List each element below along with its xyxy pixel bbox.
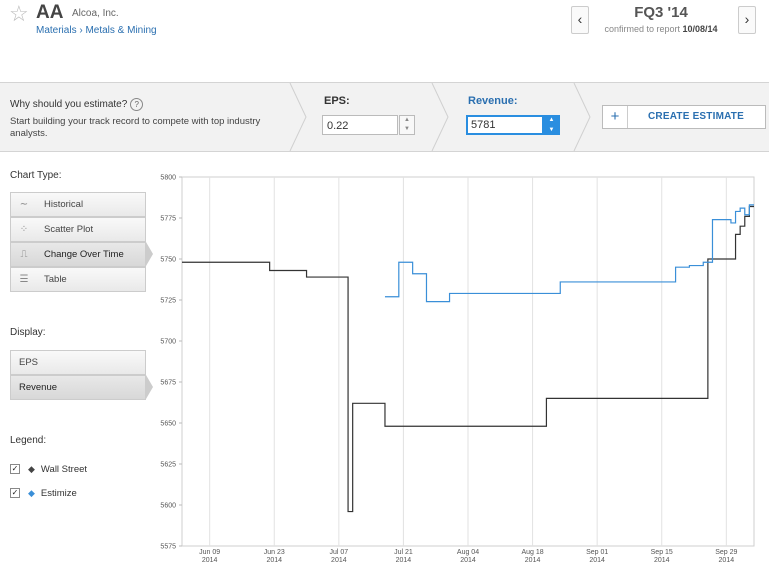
chart-type-label-text: Change Over Time <box>44 249 124 260</box>
chart-type-table[interactable]: ☰ Table <box>10 267 146 292</box>
legend-text: Estimize <box>40 488 77 499</box>
y-tick-label: 5600 <box>160 503 176 510</box>
chart-type-change-over-time[interactable]: ⎍ Change Over Time <box>10 242 146 267</box>
y-tick-label: 5700 <box>160 339 176 346</box>
legend-label: Legend: <box>10 435 47 446</box>
y-tick-label: 5750 <box>160 257 176 264</box>
chart-type-label-text: Scatter Plot <box>44 224 94 235</box>
why-estimate-label: Why should you estimate?? <box>10 98 144 111</box>
step-icon: ⎍ <box>20 249 28 260</box>
watchlist-star-icon[interactable]: ☆ <box>9 3 29 25</box>
x-tick-label: Jun 23 <box>264 549 285 556</box>
create-estimate-button[interactable]: + CREATE ESTIMATE <box>602 105 766 129</box>
x-tick-year: 2014 <box>266 557 282 564</box>
y-tick-label: 5650 <box>160 421 176 428</box>
table-icon: ☰ <box>19 274 29 285</box>
revenue-stepper[interactable]: ▲ ▼ <box>543 115 560 135</box>
section-divider-chevron <box>573 83 591 151</box>
display-label: Display: <box>10 327 46 338</box>
eps-stepper[interactable]: ▲ ▼ <box>399 115 415 135</box>
section-divider-chevron <box>289 83 307 151</box>
x-tick-label: Jul 07 <box>329 549 348 556</box>
display-revenue[interactable]: Revenue <box>10 375 146 400</box>
y-tick-label: 5625 <box>160 462 176 469</box>
why-estimate-description: Start building your track record to comp… <box>10 116 261 139</box>
plus-icon[interactable]: + <box>603 106 628 128</box>
confirmed-prefix: confirmed to report <box>604 24 680 34</box>
display-label-text: EPS <box>19 357 39 368</box>
estimize-checkbox[interactable]: ✓ <box>10 488 20 499</box>
company-name: Alcoa, Inc. <box>72 8 119 19</box>
display-eps[interactable]: EPS <box>10 350 146 375</box>
x-tick-year: 2014 <box>654 557 670 564</box>
legend-wall-street[interactable]: ✓ ◆ Wall Street <box>10 464 87 475</box>
x-tick-label: Aug 04 <box>457 549 479 556</box>
eps-label: EPS: <box>324 95 350 107</box>
y-tick-label: 5725 <box>160 298 176 305</box>
x-tick-year: 2014 <box>525 557 541 564</box>
x-tick-year: 2014 <box>589 557 605 564</box>
revenue-label: Revenue: <box>468 95 518 107</box>
display-label-text: Revenue <box>19 382 58 393</box>
legend-estimize[interactable]: ✓ ◆ Estimize <box>10 488 77 499</box>
report-confirmation: confirmed to report 10/08/14 <box>590 24 732 34</box>
revenue-up-arrow-icon[interactable]: ▲ <box>543 115 560 125</box>
x-tick-year: 2014 <box>202 557 218 564</box>
estimize-diamond-icon: ◆ <box>28 488 35 498</box>
confirmed-date: 10/08/14 <box>682 24 718 34</box>
revenue-input[interactable]: 5781 <box>466 115 544 135</box>
series-line-estimize <box>384 204 754 303</box>
x-tick-year: 2014 <box>719 557 735 564</box>
y-tick-label: 5575 <box>160 544 176 551</box>
x-tick-label: Aug 18 <box>521 549 543 556</box>
wave-icon: ∼ <box>19 199 29 210</box>
revenue-change-chart: Jun 092014Jun 232014Jul 072014Jul 212014… <box>160 175 755 564</box>
why-estimate-text: Why should you estimate? <box>10 99 128 111</box>
create-estimate-label[interactable]: CREATE ESTIMATE <box>627 106 765 128</box>
x-tick-label: Jul 21 <box>394 549 413 556</box>
eps-input[interactable]: 0.22 <box>322 115 398 135</box>
legend-text: Wall Street <box>40 464 88 475</box>
x-tick-year: 2014 <box>331 557 347 564</box>
prev-quarter-button[interactable]: ‹ <box>571 6 589 34</box>
chart-type-scatter-plot[interactable]: ⁘ Scatter Plot <box>10 217 146 242</box>
y-tick-label: 5800 <box>160 175 176 182</box>
chart-type-label: Chart Type: <box>10 170 62 181</box>
eps-up-arrow-icon[interactable]: ▲ <box>400 116 414 125</box>
wall-street-diamond-icon: ◆ <box>28 464 35 474</box>
next-quarter-button[interactable]: › <box>738 6 756 34</box>
x-tick-label: Jun 09 <box>199 549 220 556</box>
fiscal-quarter-title: FQ3 '14 <box>634 4 688 21</box>
chart-type-label-text: Historical <box>44 199 84 210</box>
eps-down-arrow-icon[interactable]: ▼ <box>400 125 414 134</box>
x-tick-year: 2014 <box>396 557 412 564</box>
y-tick-label: 5775 <box>160 216 176 223</box>
x-tick-label: Sep 01 <box>586 549 608 556</box>
section-divider-chevron <box>431 83 449 151</box>
x-tick-year: 2014 <box>460 557 476 564</box>
revenue-down-arrow-icon[interactable]: ▼ <box>543 125 560 135</box>
chart-type-historical[interactable]: ∼ Historical <box>10 192 146 217</box>
help-icon[interactable]: ? <box>130 98 144 111</box>
x-tick-label: Sep 15 <box>651 549 673 556</box>
ticker-symbol: AA <box>36 2 64 23</box>
chart-type-label-text: Table <box>44 274 67 285</box>
breadcrumb[interactable]: Materials › Metals & Mining <box>36 25 157 36</box>
scatter-icon: ⁘ <box>19 224 29 235</box>
estimate-bar: Why should you estimate?? Start building… <box>0 82 769 152</box>
y-tick-label: 5675 <box>160 380 176 387</box>
wall-street-checkbox[interactable]: ✓ <box>10 464 20 475</box>
x-tick-label: Sep 29 <box>715 549 737 556</box>
